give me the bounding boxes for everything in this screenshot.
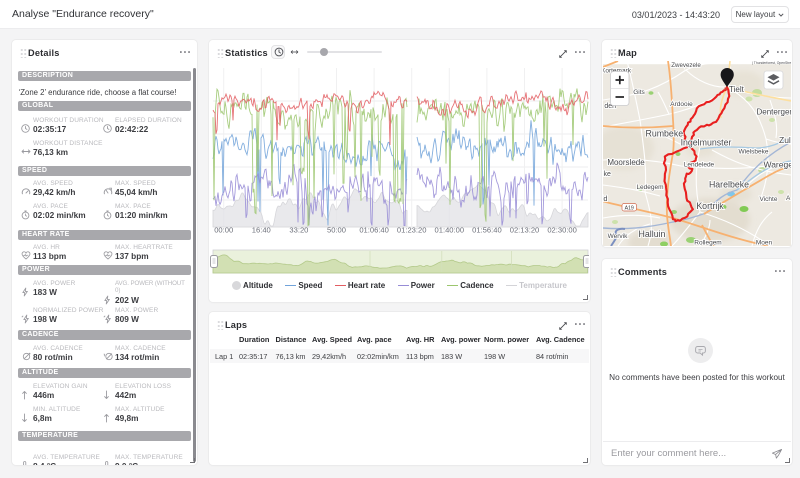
- svg-text:A: A: [786, 195, 791, 202]
- svg-text:Ingelmunster: Ingelmunster: [681, 138, 732, 148]
- svg-text:02:30:00: 02:30:00: [547, 226, 577, 235]
- svg-text:A19: A19: [625, 205, 634, 211]
- svg-text:Zwevezele: Zwevezele: [671, 62, 701, 69]
- svg-text:Gits: Gits: [633, 89, 645, 96]
- svg-text:Vichte: Vichte: [760, 196, 778, 203]
- svg-text:01:06:40: 01:06:40: [359, 226, 389, 235]
- svg-text:01:40:00: 01:40:00: [435, 226, 465, 235]
- svg-text:Wervik: Wervik: [608, 233, 628, 240]
- svg-text:01:56:40: 01:56:40: [472, 226, 502, 235]
- svg-text:ke: ke: [604, 171, 612, 178]
- svg-text:Wielsbeke: Wielsbeke: [739, 149, 769, 156]
- svg-text:Dentergem: Dentergem: [757, 108, 792, 117]
- svg-text:Rumbeke: Rumbeke: [645, 129, 683, 139]
- svg-text:Tielt: Tielt: [729, 85, 745, 94]
- svg-text:| Thunderforest, OpenStreetMap: | Thunderforest, OpenStreetMap contrib.: [752, 61, 791, 65]
- svg-text:02:13:20: 02:13:20: [510, 226, 540, 235]
- svg-text:Ledegem: Ledegem: [636, 184, 663, 191]
- svg-text:33:20: 33:20: [289, 226, 308, 235]
- svg-text:Lendelede: Lendelede: [684, 162, 715, 169]
- svg-text:Warege: Warege: [764, 159, 792, 169]
- svg-text:Halluin: Halluin: [639, 229, 666, 239]
- svg-text:00:00: 00:00: [214, 226, 233, 235]
- svg-text:Harelbeke: Harelbeke: [709, 180, 749, 190]
- svg-text:01:23:20: 01:23:20: [397, 226, 427, 235]
- svg-text:ld: ld: [603, 196, 608, 203]
- svg-text:Rollegem: Rollegem: [694, 239, 721, 246]
- svg-text:Ardooie: Ardooie: [670, 101, 693, 108]
- svg-text:Kortrijk: Kortrijk: [696, 201, 724, 211]
- svg-text:Zul: Zul: [779, 135, 791, 145]
- svg-text:16:40: 16:40: [252, 226, 271, 235]
- svg-text:Moen: Moen: [756, 239, 773, 246]
- svg-text:Moorslede: Moorslede: [607, 158, 645, 167]
- svg-text:50:00: 50:00: [327, 226, 346, 235]
